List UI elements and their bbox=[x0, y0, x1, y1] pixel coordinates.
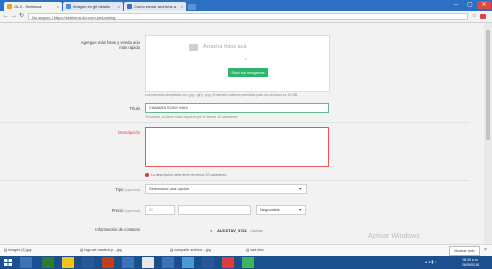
description-error: La descripción debe tener al menos 10 ca… bbox=[145, 173, 227, 178]
taskbar-clock[interactable]: 08:35 a.m. 26/09/2018 bbox=[462, 258, 479, 267]
url-input[interactable]: No seguro | https://setelona.olx.com.pe/… bbox=[28, 13, 468, 20]
chrome-icon[interactable] bbox=[142, 257, 154, 268]
file-explorer-icon[interactable] bbox=[62, 257, 74, 268]
precio-label: Precio (opcional) bbox=[90, 208, 140, 213]
title-input[interactable]: CAMARA SONY MAX bbox=[145, 103, 329, 113]
change-user-link[interactable]: Cambiar bbox=[250, 229, 263, 233]
excel-icon[interactable] bbox=[42, 257, 54, 268]
dropzone-or: o bbox=[245, 56, 248, 61]
description-label: Descripción bbox=[118, 130, 140, 135]
close-tab-icon[interactable]: × bbox=[57, 4, 59, 9]
tipo-label: Tipo (opcional) bbox=[90, 187, 140, 192]
extension-icon[interactable] bbox=[480, 14, 486, 19]
tab-send-files[interactable]: Como enviar archivos a × bbox=[124, 2, 186, 11]
taskbar-app-icon[interactable] bbox=[20, 257, 32, 268]
activate-windows-title: Activar Windows bbox=[368, 233, 420, 240]
error-icon bbox=[145, 173, 149, 178]
bookmark-star-icon[interactable]: ☆ bbox=[472, 13, 476, 20]
contact-username: ALEJITAV_3741 bbox=[217, 228, 247, 233]
camera-icon bbox=[189, 44, 198, 51]
new-tab-button[interactable] bbox=[188, 4, 196, 10]
price-input[interactable] bbox=[178, 205, 251, 215]
tipo-label-text: Tipo bbox=[115, 187, 124, 192]
start-button-icon[interactable] bbox=[2, 257, 14, 268]
download-filename: sad.mkv bbox=[250, 248, 264, 252]
taskbar-app-icon[interactable] bbox=[222, 257, 234, 268]
negociable-select-value: Negociable bbox=[260, 207, 281, 212]
google-favicon-icon bbox=[66, 4, 71, 9]
download-filename: imagen (1).jpg bbox=[8, 248, 32, 252]
chevron-down-icon: ▼ bbox=[298, 208, 302, 212]
close-tab-icon[interactable]: × bbox=[181, 4, 183, 9]
download-filename: logo-de-madera-p....jpg bbox=[84, 248, 122, 252]
negociable-select[interactable]: Negociable ▼ bbox=[256, 205, 306, 215]
tipo-select-value: Seleccione una opción bbox=[149, 186, 190, 191]
system-tray-icons[interactable]: ▴ ◂ ▮ ♪ bbox=[425, 259, 455, 265]
tipo-select[interactable]: Seleccione una opción ▼ bbox=[145, 184, 307, 194]
currency-field: S/ bbox=[145, 205, 175, 215]
minimize-button[interactable]: ─ bbox=[449, 1, 463, 9]
title-label: Título bbox=[129, 106, 140, 111]
reload-icon[interactable]: ↻ bbox=[19, 13, 24, 20]
clock-date: 26/09/2018 bbox=[462, 262, 479, 267]
tipo-optional: (opcional) bbox=[124, 188, 140, 192]
powerpoint-icon[interactable] bbox=[102, 257, 114, 268]
taskbar-app-icon[interactable] bbox=[182, 257, 194, 268]
user-icon: ● bbox=[210, 228, 213, 233]
contact-label: Información de contacto bbox=[95, 227, 140, 232]
taskbar-app-icon[interactable] bbox=[202, 257, 214, 268]
tab-label: Como enviar archivos a bbox=[134, 4, 177, 9]
chevron-down-icon: ▼ bbox=[298, 187, 302, 191]
dropzone-title: Arrastra fotos acá bbox=[203, 44, 247, 50]
upload-images-button[interactable]: Subí tus imágenes bbox=[228, 68, 268, 77]
forward-icon[interactable]: → bbox=[11, 13, 17, 20]
tab-image-search[interactable]: Imagen en gif detallo × bbox=[63, 2, 123, 11]
clock-time: 08:35 a.m. bbox=[462, 258, 479, 262]
site-favicon-icon bbox=[127, 4, 132, 9]
download-item[interactable]: ▤ sad.mkv bbox=[246, 246, 296, 254]
tab-label: Imagen en gif detallo bbox=[73, 4, 111, 9]
description-textarea[interactable] bbox=[145, 127, 329, 167]
taskbar-app-icon[interactable] bbox=[122, 257, 134, 268]
tab-label: OLX - Setelona bbox=[14, 4, 42, 9]
divider bbox=[0, 180, 470, 181]
olx-favicon-icon bbox=[7, 4, 12, 9]
back-icon[interactable]: ← bbox=[3, 13, 9, 20]
maximize-button[interactable]: ▢ bbox=[463, 1, 477, 9]
precio-label-text: Precio bbox=[111, 208, 124, 213]
tab-olx[interactable]: OLX - Setelona × bbox=[4, 2, 62, 11]
description-error-text: La descripción debe tener al menos 10 ca… bbox=[151, 173, 227, 177]
close-window-button[interactable]: ✕ bbox=[477, 1, 491, 9]
close-tab-icon[interactable]: × bbox=[118, 4, 120, 9]
download-item[interactable]: ▤ logo-de-madera-p....jpg bbox=[80, 246, 152, 254]
photos-label: Agregue más fotos y venda aún más rápido bbox=[80, 40, 140, 50]
word-icon[interactable] bbox=[82, 257, 94, 268]
download-item[interactable]: ▤ imagen (1).jpg bbox=[4, 246, 59, 254]
scrollbar-thumb[interactable] bbox=[486, 30, 490, 140]
photos-format-note: Los formatos aceptados son .jpg, .gif y … bbox=[145, 93, 299, 97]
download-item[interactable]: ▤ compartir archivo....jpg bbox=[170, 246, 240, 254]
divider bbox=[0, 122, 470, 123]
title-hint: Te sobran, un buen título requiere por l… bbox=[145, 115, 238, 119]
taskbar-app-icon[interactable] bbox=[162, 257, 174, 268]
show-all-downloads-button[interactable]: Mostrar todo bbox=[449, 246, 480, 256]
precio-optional: (opcional) bbox=[124, 209, 140, 213]
taskbar-app-icon[interactable] bbox=[242, 257, 254, 268]
close-download-bar-icon[interactable]: × bbox=[484, 246, 487, 254]
download-filename: compartir archivo....jpg bbox=[174, 248, 211, 252]
